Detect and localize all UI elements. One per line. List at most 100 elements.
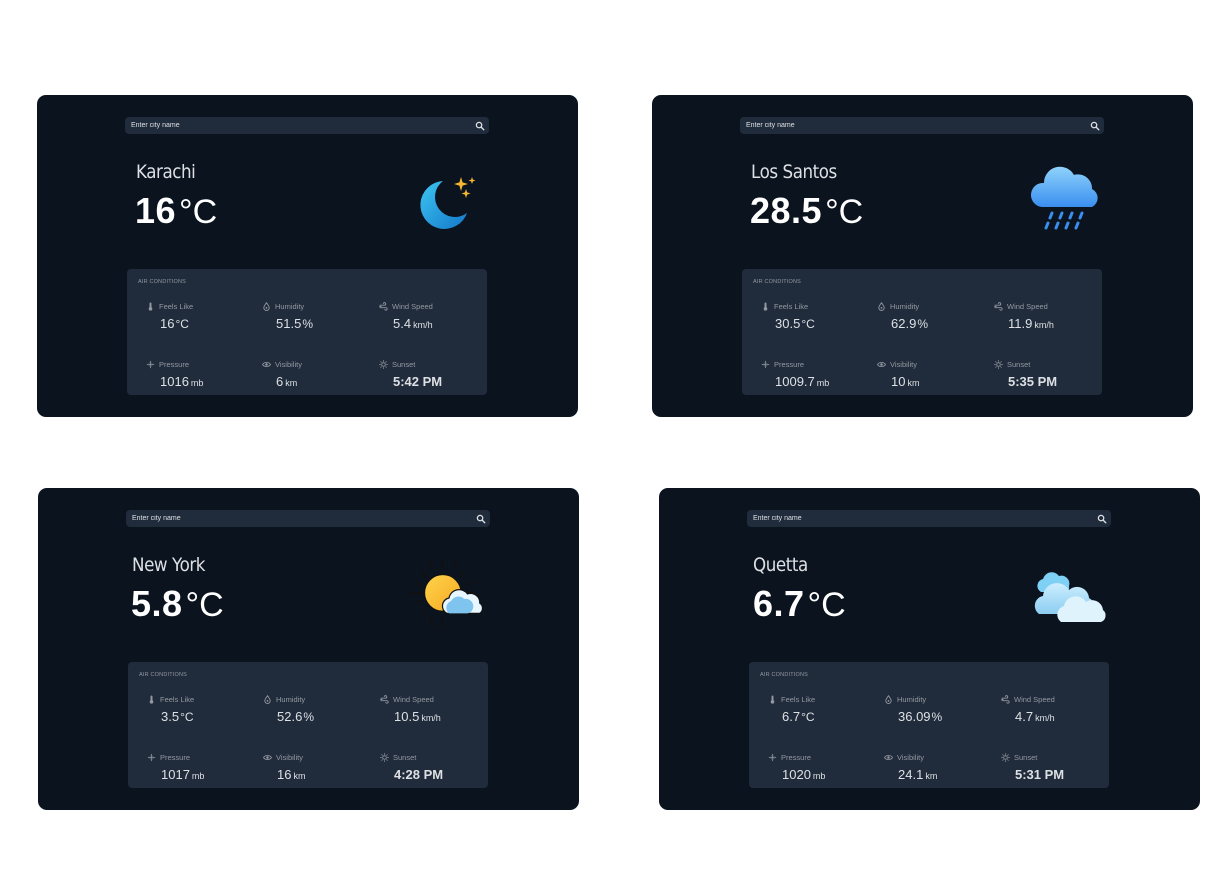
stat-wind-speed: Wind Speed 10.5 km/h — [380, 694, 490, 730]
air-conditions-panel: AIR CONDITIONS Feels Like 6.7°C Humidity… — [749, 662, 1109, 788]
stat-label: Visibility — [275, 360, 302, 369]
stat-label: Wind Speed — [1007, 302, 1048, 311]
visibility-unit: km — [285, 378, 298, 388]
temperature-unit: °C — [179, 193, 218, 231]
temperature-unit: °C — [185, 586, 224, 624]
humidity-value: 62.9 — [891, 316, 917, 331]
droplet-icon — [877, 302, 886, 311]
pressure-unit: mb — [816, 378, 830, 388]
stat-label: Pressure — [159, 360, 190, 369]
panel-title: AIR CONDITIONS — [139, 672, 188, 678]
stat-label: Pressure — [160, 753, 191, 762]
stat-label: Sunset — [1014, 753, 1038, 762]
stat-humidity: Humidity 36.09% — [884, 694, 994, 730]
city-search-input[interactable] — [747, 510, 1087, 527]
stat-label: Sunset — [393, 753, 417, 762]
stat-label: Feels Like — [774, 302, 809, 311]
city-search-input[interactable] — [125, 117, 465, 134]
humidity-unit: % — [303, 710, 314, 724]
search-icon[interactable] — [472, 118, 487, 133]
city-search-input[interactable] — [126, 510, 466, 527]
feels-like-value: 16 — [160, 316, 175, 331]
eye-icon — [877, 360, 886, 369]
wind-speed-value: 5.4 — [393, 316, 412, 331]
wind-speed-unit: km/h — [421, 713, 441, 723]
search-icon[interactable] — [1094, 511, 1109, 526]
cloudy-icon — [1031, 558, 1111, 638]
feels-like-value: 3.5 — [161, 709, 180, 724]
stat-label: Feels Like — [160, 695, 195, 704]
stat-label: Humidity — [897, 695, 927, 704]
current-temperature: 16°C — [135, 190, 218, 231]
stat-label: Sunset — [1007, 360, 1031, 369]
stat-humidity: Humidity 52.6% — [263, 694, 373, 730]
pressure-unit: mb — [812, 771, 826, 781]
pressure-value: 1009.7 — [775, 374, 815, 389]
wind-speed-value: 10.5 — [394, 709, 420, 724]
city-search-input[interactable] — [740, 117, 1080, 134]
wind-speed-unit: km/h — [1035, 713, 1055, 723]
city-name: New York — [132, 554, 206, 576]
feels-like-value: 30.5 — [775, 316, 801, 331]
stat-feels-like: Feels Like 3.5°C — [147, 694, 257, 730]
pressure-icon — [146, 360, 155, 369]
city-name: Los Santos — [751, 161, 837, 183]
stat-humidity: Humidity 51.5% — [262, 301, 372, 337]
city-name: Karachi — [136, 161, 196, 183]
sun-cloud-icon — [408, 556, 490, 638]
wind-speed-value: 4.7 — [1015, 709, 1034, 724]
stat-label: Pressure — [774, 360, 805, 369]
panel-title: AIR CONDITIONS — [753, 279, 802, 285]
stat-label: Humidity — [890, 302, 920, 311]
wind-speed-unit: km/h — [413, 320, 433, 330]
humidity-value: 36.09 — [898, 709, 931, 724]
stat-feels-like: Feels Like 30.5°C — [761, 301, 871, 337]
stat-visibility: Visibility 24.1 km — [884, 752, 994, 788]
stat-sunset: Sunset 5:31 PM — [1001, 752, 1111, 788]
visibility-unit: km — [925, 771, 938, 781]
wind-icon — [379, 302, 388, 311]
pressure-unit: mb — [190, 378, 204, 388]
weather-card-new-york: New York 5.8°C AIR CONDITIONS Feels Like… — [38, 488, 579, 810]
wind-icon — [1001, 695, 1010, 704]
droplet-icon — [263, 695, 272, 704]
visibility-value: 10 — [891, 374, 906, 389]
temperature-value: 16 — [135, 190, 177, 231]
pressure-icon — [768, 753, 777, 762]
humidity-unit: % — [302, 317, 313, 331]
feels-like-unit: °C — [801, 710, 815, 724]
feels-like-unit: °C — [801, 317, 815, 331]
air-conditions-panel: AIR CONDITIONS Feels Like 3.5°C Humidity… — [128, 662, 488, 788]
stat-wind-speed: Wind Speed 4.7 km/h — [1001, 694, 1111, 730]
weather-card-karachi: Karachi 16°C AIR CONDITIONS Feels Like 1… — [37, 95, 578, 417]
thermometer-icon — [768, 695, 777, 704]
visibility-unit: km — [907, 378, 920, 388]
stat-pressure: Pressure 1017 mb — [147, 752, 257, 788]
visibility-value: 16 — [277, 767, 292, 782]
stat-humidity: Humidity 62.9% — [877, 301, 987, 337]
stat-pressure: Pressure 1016 mb — [146, 359, 256, 395]
stat-sunset: Sunset 4:28 PM — [380, 752, 490, 788]
search-icon[interactable] — [473, 511, 488, 526]
search-bar — [125, 117, 489, 134]
eye-icon — [884, 753, 893, 762]
thermometer-icon — [147, 695, 156, 704]
moon-stars-icon — [403, 165, 483, 245]
droplet-icon — [884, 695, 893, 704]
air-conditions-panel: AIR CONDITIONS Feels Like 30.5°C Humidit… — [742, 269, 1102, 395]
feels-like-value: 6.7 — [782, 709, 801, 724]
stat-sunset: Sunset 5:35 PM — [994, 359, 1104, 395]
stat-label: Feels Like — [781, 695, 816, 704]
search-icon[interactable] — [1087, 118, 1102, 133]
humidity-unit: % — [917, 317, 928, 331]
wind-icon — [994, 302, 1003, 311]
wind-speed-value: 11.9 — [1008, 316, 1033, 331]
eye-icon — [262, 360, 271, 369]
search-bar — [126, 510, 490, 527]
temperature-value: 6.7 — [753, 583, 805, 624]
stat-visibility: Visibility 16 km — [263, 752, 373, 788]
wind-speed-unit: km/h — [1034, 320, 1054, 330]
air-conditions-panel: AIR CONDITIONS Feels Like 16°C Humidity … — [127, 269, 487, 395]
wind-icon — [380, 695, 389, 704]
sunset-value: 5:31 PM — [1015, 767, 1065, 782]
